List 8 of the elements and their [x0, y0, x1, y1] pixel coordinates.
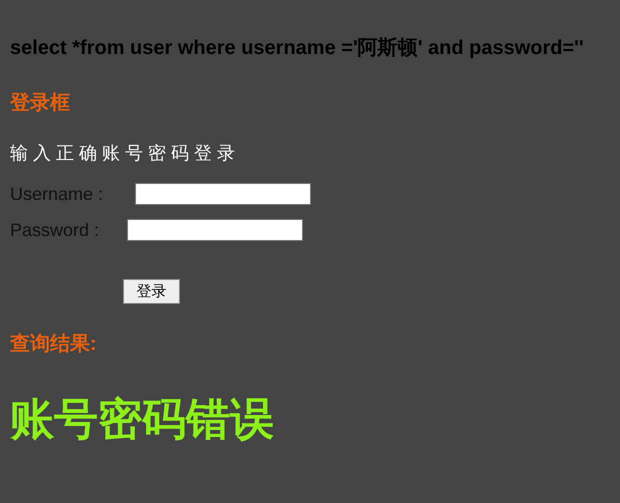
section-heading: 登录框 — [10, 91, 70, 115]
sql-query-text: select *from user where username ='阿斯顿' and password='' — [10, 36, 585, 60]
input-field[interactable] — [127, 219, 304, 241]
instruction-text: 输 入 正 确 账 号 密 码 登 录 — [10, 142, 236, 165]
result-message: 账号密码错误 — [10, 394, 274, 446]
input-field[interactable] — [135, 183, 312, 205]
login-button[interactable]: 登录 — [123, 279, 180, 304]
section-heading: 查询结果: — [10, 332, 97, 356]
